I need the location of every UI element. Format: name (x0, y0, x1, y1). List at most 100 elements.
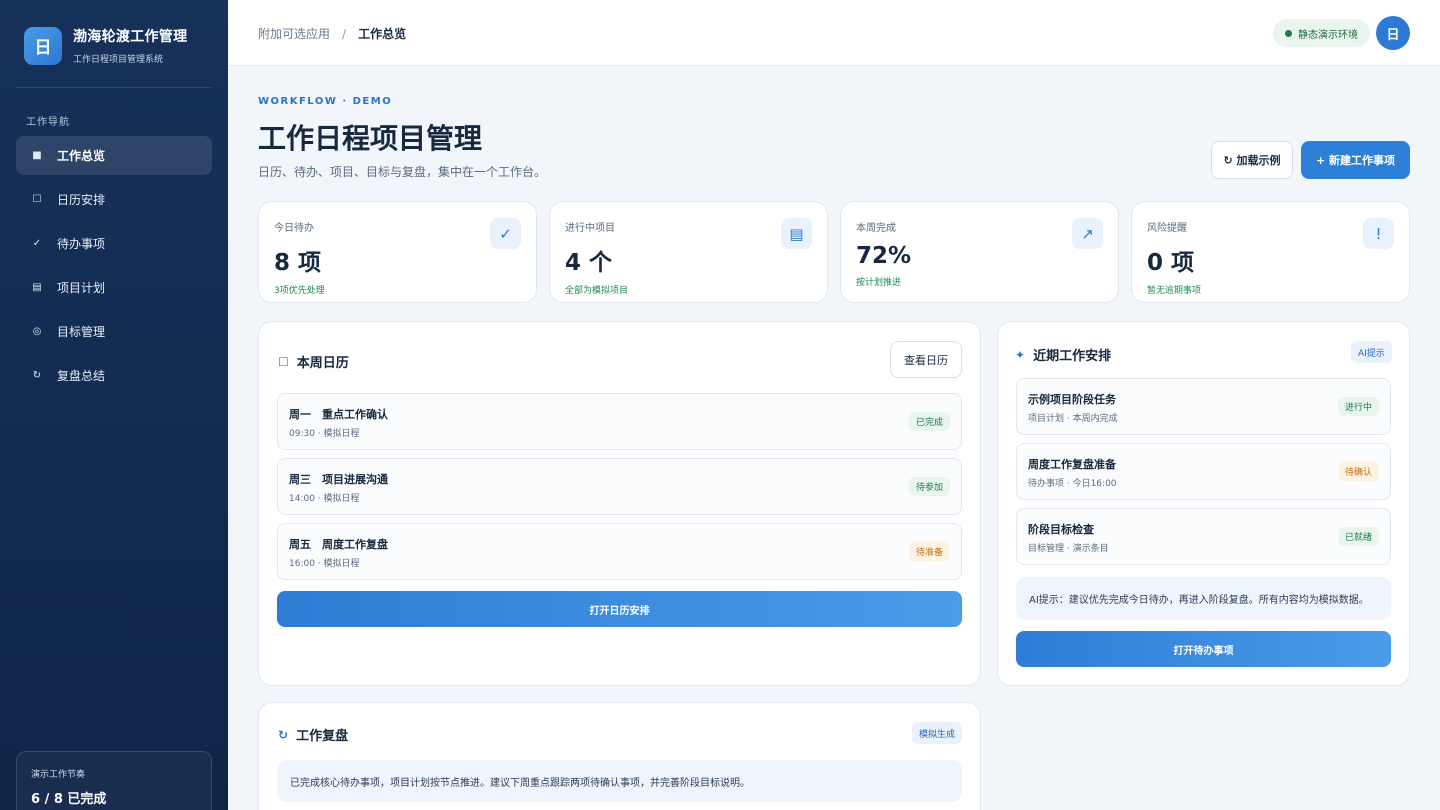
check-icon: ✓ (490, 218, 521, 249)
list-item[interactable]: 示例项目阶段任务 项目计划 · 本周内完成 进行中 (1016, 378, 1391, 435)
list-item[interactable]: 阶段目标检查 目标管理 · 演示条目 已就绪 (1016, 508, 1391, 565)
target-icon: ◎ (32, 326, 42, 337)
eyebrow: WORKFLOW · DEMO (258, 96, 393, 107)
stat-card-risk: 风险提醒 0 项 暂无逾期事项 ! (1131, 201, 1410, 303)
breadcrumb-parent[interactable]: 附加可选应用 (258, 25, 330, 42)
trend-up-icon: ↗ (1072, 218, 1103, 249)
sidebar-item-calendar[interactable]: ☐ 日历安排 (16, 180, 212, 219)
sidebar-item-todos[interactable]: ✓ 待办事项 (16, 224, 212, 263)
panel-title-text: 近期工作安排 (1033, 349, 1112, 364)
page-subtitle: 日历、待办、项目、目标与复盘，集中在一个工作台。 (258, 165, 547, 179)
view-calendar-button[interactable]: 查看日历 (890, 341, 962, 378)
breadcrumb-separator: / (342, 26, 347, 41)
work-review-panel: ↻ 工作复盘 模拟生成 已完成核心待办事项，项目计划按节点推进。建议下周重点跟踪… (258, 702, 981, 810)
calendar-icon: ☐ (278, 354, 289, 369)
avatar[interactable]: 日 (1376, 16, 1410, 50)
sidebar-item-label: 工作总览 (57, 149, 106, 163)
stat-note: 按计划推进 (856, 278, 902, 288)
status-dot-icon (1285, 29, 1292, 37)
sidebar-item-label: 目标管理 (57, 325, 106, 339)
calendar-icon: ☐ (32, 194, 42, 205)
event-meta: 14:00 · 模拟日程 (289, 494, 360, 504)
stat-card-weekly-done: 本周完成 72% 按计划推进 ↗ (840, 201, 1119, 303)
task-meta: 待办事项 · 今日16:00 (1028, 479, 1117, 489)
sparkle-icon: ✦ (1015, 347, 1026, 362)
status-badge: 待确认 (1337, 462, 1379, 481)
list-item[interactable]: 周度工作复盘准备 待办事项 · 今日16:00 待确认 (1016, 443, 1391, 500)
stat-note: 3项优先处理 (274, 286, 325, 296)
stat-label: 风险提醒 (1147, 223, 1187, 234)
ai-hint: AI提示：建议优先完成今日待办，再进入阶段复盘。所有内容均为模拟数据。 (1016, 577, 1391, 620)
task-title: 周度工作复盘准备 (1028, 458, 1116, 471)
nav-heading: 工作导航 (26, 117, 70, 128)
env-badge: 静态演示环境 (1273, 19, 1370, 47)
load-sample-button[interactable]: ↻ 加载示例 (1211, 141, 1293, 179)
stat-card-projects: 进行中项目 4 个 全部为模拟项目 ▤ (549, 201, 828, 303)
recent-schedule-panel: ✦ 近期工作安排 AI提示 示例项目阶段任务 项目计划 · 本周内完成 进行中 … (997, 321, 1410, 686)
list-item[interactable]: 周五 周度工作复盘 16:00 · 模拟日程 待准备 (277, 523, 962, 580)
status-badge: 进行中 (1337, 397, 1379, 416)
breadcrumb-current: 工作总览 (358, 27, 407, 41)
task-title: 阶段目标检查 (1028, 523, 1094, 536)
project-icon: ▤ (781, 218, 812, 249)
sidebar-item-projects[interactable]: ▤ 项目计划 (16, 268, 212, 307)
app-logo: 日 (24, 26, 62, 65)
event-meta: 09:30 · 模拟日程 (289, 429, 360, 439)
rhythm-label: 演示工作节奏 (31, 770, 86, 780)
stat-card-today-todos: 今日待办 8 项 3项优先处理 ✓ (258, 201, 537, 303)
topbar: 附加可选应用 / 工作总览 静态演示环境 日 (228, 0, 1440, 66)
stat-note: 暂无逾期事项 (1147, 286, 1202, 296)
task-meta: 目标管理 · 演示条目 (1028, 544, 1109, 554)
stat-value: 72% (856, 243, 912, 269)
stat-value: 8 项 (274, 250, 322, 276)
new-item-button[interactable]: + 新建工作事项 (1301, 141, 1410, 179)
ai-badge: AI提示 (1351, 341, 1392, 363)
app-subtitle: 工作日程项目管理系统 (73, 55, 164, 65)
status-badge: 已就绪 (1337, 527, 1379, 546)
stat-value: 0 项 (1147, 250, 1195, 276)
open-calendar-button[interactable]: 打开日历安排 (277, 591, 962, 627)
review-summary: 已完成核心待办事项，项目计划按节点推进。建议下周重点跟踪两项待确认事项，并完善阶… (277, 760, 962, 802)
sidebar-item-overview[interactable]: ■ 工作总览 (16, 136, 212, 175)
event-title: 周一 重点工作确认 (289, 408, 388, 421)
status-badge: 已完成 (908, 412, 950, 431)
stat-value: 4 个 (565, 250, 613, 276)
rhythm-value: 6 / 8 已完成 (31, 792, 107, 807)
event-title: 周五 周度工作复盘 (289, 538, 388, 551)
status-badge: 待参加 (908, 477, 950, 496)
panel-title: ✦ 近期工作安排 (1015, 345, 1112, 365)
sidebar-divider (16, 87, 212, 88)
sidebar-item-label: 日历安排 (57, 193, 106, 207)
refresh-icon: ↻ (278, 727, 289, 742)
check-icon: ✓ (32, 238, 42, 249)
generated-badge: 模拟生成 (912, 722, 963, 744)
alert-icon: ! (1363, 218, 1394, 249)
sidebar-item-label: 待办事项 (57, 237, 106, 251)
sidebar: 日 渤海轮渡工作管理 工作日程项目管理系统 工作导航 ■ 工作总览 ☐ 日历安排… (0, 0, 228, 810)
task-title: 示例项目阶段任务 (1028, 393, 1116, 406)
panel-title: ↻ 工作复盘 (278, 725, 349, 745)
stat-label: 进行中项目 (565, 223, 615, 234)
sidebar-item-label: 复盘总结 (57, 369, 106, 383)
overview-icon: ■ (32, 150, 42, 161)
list-item[interactable]: 周三 项目进展沟通 14:00 · 模拟日程 待参加 (277, 458, 962, 515)
work-rhythm-card: 演示工作节奏 6 / 8 已完成 (16, 751, 212, 810)
breadcrumb: 附加可选应用 / 工作总览 (258, 25, 406, 42)
sidebar-item-goals[interactable]: ◎ 目标管理 (16, 312, 212, 351)
sidebar-item-label: 项目计划 (57, 281, 106, 295)
task-meta: 项目计划 · 本周内完成 (1028, 414, 1118, 424)
stat-label: 今日待办 (274, 223, 314, 234)
app-title: 渤海轮渡工作管理 (73, 29, 188, 45)
sidebar-nav: ■ 工作总览 ☐ 日历安排 ✓ 待办事项 ▤ 项目计划 ◎ 目标管理 ↻ 复盘总… (16, 136, 212, 400)
sidebar-item-review[interactable]: ↻ 复盘总结 (16, 356, 212, 395)
open-todos-button[interactable]: 打开待办事项 (1016, 631, 1391, 667)
panel-title-text: 工作复盘 (296, 729, 349, 744)
stat-label: 本周完成 (856, 223, 896, 234)
project-icon: ▤ (32, 282, 42, 293)
list-item[interactable]: 周一 重点工作确认 09:30 · 模拟日程 已完成 (277, 393, 962, 450)
panel-title: ☐ 本周日历 (278, 352, 349, 372)
event-meta: 16:00 · 模拟日程 (289, 559, 360, 569)
page-title: 工作日程项目管理 (258, 122, 483, 155)
status-badge: 待准备 (908, 542, 950, 561)
weekly-calendar-panel: ☐ 本周日历 查看日历 周一 重点工作确认 09:30 · 模拟日程 已完成 周… (258, 321, 981, 686)
